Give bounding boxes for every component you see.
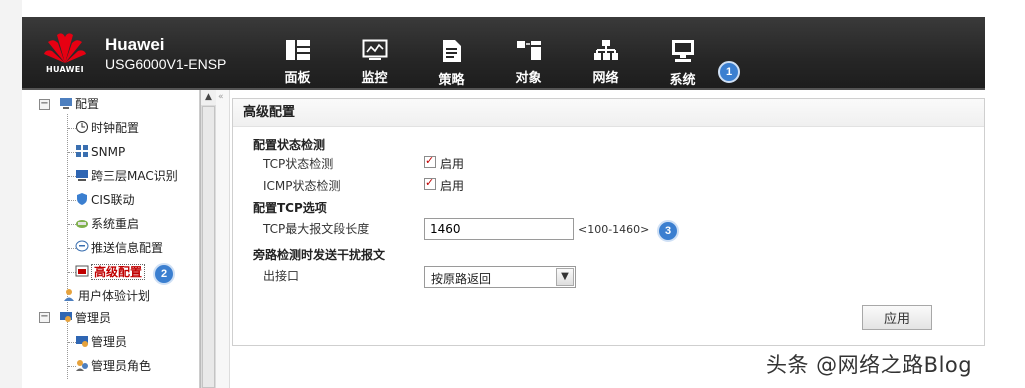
tree-item-label: 配置: [75, 97, 100, 111]
step-badge-2: 2: [153, 263, 175, 285]
tree-item-cross-l3-mac[interactable]: 跨三层MAC识别: [75, 166, 178, 186]
user-experience-icon: [64, 289, 74, 301]
tree-item-label: CIS联动: [91, 193, 135, 207]
nav-label: 对象: [515, 71, 542, 86]
tcp-state-detection-checkbox[interactable]: [424, 154, 436, 168]
icmp-state-detection-checkbox[interactable]: [424, 176, 436, 190]
system-computer-icon: [671, 40, 694, 62]
watermark-text: 头条 @网络之路Blog: [766, 353, 973, 377]
tree-guide-line: [67, 114, 68, 379]
nav-dashboard[interactable]: 面板: [259, 23, 336, 86]
tree-item-label: 管理员: [91, 335, 128, 349]
tree-item-label: 时钟配置: [91, 121, 140, 135]
tree-item-admin-role[interactable]: 管理员角色: [75, 356, 151, 376]
policy-document-icon: [442, 40, 461, 62]
tree-item-system-restart[interactable]: 系统重启: [75, 214, 139, 234]
tree-item-label-selected: 高级配置: [91, 264, 146, 280]
nav-label: 面板: [284, 71, 311, 86]
object-icon: [516, 41, 541, 60]
admin-role-icon: [76, 360, 88, 371]
window-left-edge: [0, 0, 22, 388]
snmp-icon: [76, 145, 88, 157]
tree-item-advanced-config[interactable]: 高级配置: [75, 262, 146, 282]
tree-item-snmp[interactable]: SNMP: [75, 142, 125, 162]
nav-network[interactable]: 网络: [567, 23, 644, 86]
advanced-config-icon: [75, 265, 89, 277]
out-interface-select[interactable]: 按原路返回 ▼: [424, 266, 576, 288]
scroll-up-arrow-icon[interactable]: ▲: [201, 90, 216, 105]
nav-label: 策略: [438, 73, 465, 88]
admin-icon: [60, 312, 72, 322]
apply-button[interactable]: 应用: [862, 305, 932, 330]
chevron-down-icon[interactable]: ▼: [556, 268, 574, 286]
icmp-enable-label: 启用: [440, 179, 465, 193]
sidebar-collapse-handle[interactable]: «: [216, 90, 230, 388]
network-topology-icon: [593, 40, 618, 60]
config-icon: [60, 98, 72, 109]
nav-system[interactable]: 系统: [644, 23, 721, 88]
out-interface-label: 出接口: [263, 269, 300, 283]
panel-title: 高级配置: [233, 99, 984, 127]
tree-item-label: SNMP: [91, 145, 126, 159]
section-bypass-interference: 旁路检测时发送干扰报文: [253, 248, 386, 262]
collapse-admin-expander[interactable]: −: [39, 312, 50, 323]
logo-text: HUAWEI: [46, 65, 84, 74]
message-icon: [75, 240, 89, 252]
tree-item-label: 推送信息配置: [91, 241, 164, 255]
tree-item-admin-user[interactable]: 管理员: [75, 332, 127, 352]
section-tcp-options: 配置TCP选项: [253, 201, 327, 215]
nav-label: 监控: [361, 71, 388, 86]
nav-label: 系统: [669, 73, 696, 88]
tree-item-admin[interactable]: 管理员: [59, 308, 111, 328]
sidebar-scrollbar[interactable]: ▲: [200, 90, 216, 388]
tree-item-label: 管理员角色: [91, 359, 152, 373]
collapse-left-icon[interactable]: «: [218, 92, 224, 102]
top-header: HUAWEI Huawei USG6000V1-ENSP 面板 监控 策略 对象…: [22, 17, 985, 90]
nav-monitor[interactable]: 监控: [336, 23, 413, 86]
step-badge-1: 1: [718, 61, 740, 83]
tcp-mss-input[interactable]: [424, 218, 574, 240]
nav-label: 网络: [592, 71, 619, 86]
tree-item-push-info[interactable]: 推送信息配置: [75, 238, 163, 258]
nav-object[interactable]: 对象: [490, 23, 567, 86]
tcp-enable-label: 启用: [440, 157, 465, 171]
device-model: USG6000V1-ENSP: [105, 56, 227, 72]
clock-icon: [76, 121, 88, 133]
computer-icon: [76, 170, 88, 181]
advanced-config-panel: 高级配置 配置状态检测 TCP状态检测 启用 ICMP状态检测 启用 配置TCP…: [232, 98, 985, 346]
step-badge-3: 3: [657, 220, 679, 242]
collapse-config-expander[interactable]: −: [39, 99, 50, 110]
window-right-edge: [985, 17, 1025, 388]
nav-policy[interactable]: 策略: [413, 23, 490, 88]
tree-item-label: 系统重启: [91, 217, 140, 231]
window-top-edge: [0, 0, 1025, 17]
tcp-mss-label: TCP最大报文段长度: [263, 222, 370, 236]
cis-shield-icon: [77, 193, 87, 205]
dashboard-icon: [285, 40, 310, 60]
tree-item-cis[interactable]: CIS联动: [75, 190, 135, 210]
tree-item-user-experience[interactable]: 用户体验计划: [62, 286, 150, 306]
tree-item-label: 跨三层MAC识别: [91, 169, 178, 183]
main-nav: 面板 监控 策略 对象 网络 系统: [259, 23, 721, 88]
section-state-detection: 配置状态检测: [253, 138, 326, 152]
tcp-state-detection-label: TCP状态检测: [263, 157, 334, 171]
tree-item-label: 用户体验计划: [78, 289, 151, 303]
scrollbar-thumb[interactable]: [202, 106, 215, 388]
tree-item-label: 管理员: [75, 311, 112, 325]
restart-icon: [76, 220, 88, 228]
tcp-mss-range-hint: <100-1460>: [578, 223, 650, 236]
brand-name: Huawei: [105, 35, 165, 54]
tree-item-config[interactable]: 配置: [59, 94, 99, 114]
out-interface-value: 按原路返回: [431, 272, 492, 286]
admin-user-icon: [76, 336, 88, 347]
icmp-state-detection-label: ICMP状态检测: [263, 179, 341, 193]
tree-item-clock[interactable]: 时钟配置: [75, 118, 139, 138]
sidebar-tree: − 配置 时钟配置 SNMP 跨三层MAC识别 CIS联动 系统重启 推送信息配…: [22, 90, 200, 388]
monitor-chart-icon: [362, 39, 387, 60]
